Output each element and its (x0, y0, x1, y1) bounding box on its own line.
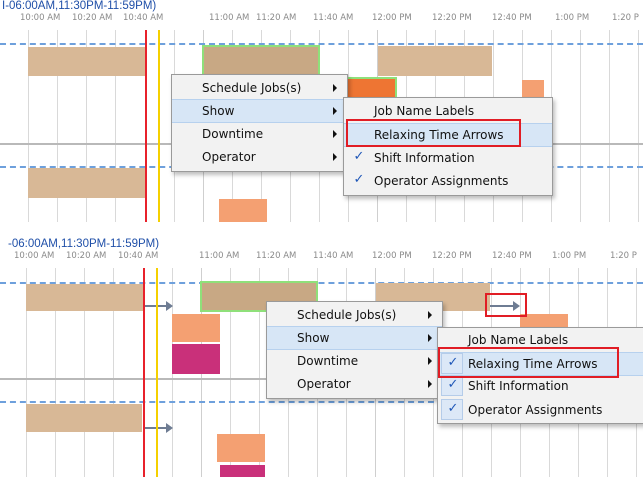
tick-label: 12:20 PM (432, 13, 472, 23)
annotation-highlight-box (485, 293, 527, 317)
marker-line (156, 268, 158, 477)
tick-label: 11:00 AM (199, 251, 240, 261)
menu-item-label: Operator Assignments (374, 174, 509, 188)
tick-label: 11:40 AM (313, 13, 354, 23)
chevron-right-icon (333, 130, 337, 138)
relaxing-time-arrow-icon (144, 423, 173, 433)
job-bar[interactable] (378, 46, 492, 76)
gantt-panel-after: -06:00AM,11:30PM-11:59PM) 10:00 AM 10:20… (0, 238, 643, 477)
tick-label: 11:00 AM (209, 13, 250, 23)
menu-item-label: Operator Assignments (468, 403, 603, 417)
menu-item-label: Operator (297, 377, 351, 391)
tick-label: 11:20 AM (256, 251, 297, 261)
job-bar[interactable] (220, 465, 265, 477)
submenu-item-shift-information[interactable]: ✓ Shift Information (438, 375, 643, 397)
job-bar[interactable] (28, 47, 145, 76)
menu-item-label: Schedule Jobs(s) (297, 308, 397, 322)
menu-item-label: Operator (202, 150, 256, 164)
menu-item-show[interactable]: Show (172, 99, 347, 123)
submenu-item-job-name-labels[interactable]: Job Name Labels (438, 329, 643, 351)
menu-item-label: Downtime (297, 354, 359, 368)
grid-line (638, 30, 639, 222)
shift-band-title: -06:00AM,11:30PM-11:59PM) (8, 238, 160, 250)
submenu-item-relaxing-time-arrows[interactable]: Relaxing Time Arrows (344, 123, 552, 147)
chevron-right-icon (333, 153, 337, 161)
job-bar[interactable] (217, 434, 265, 462)
submenu-item-operator-assignments[interactable]: ✓ Operator Assignments (438, 399, 643, 421)
menu-item-downtime[interactable]: Downtime (267, 350, 442, 372)
tick-label: 12:20 PM (432, 251, 472, 261)
menu-item-label: Relaxing Time Arrows (374, 128, 504, 142)
tick-label: 1:20 P (610, 251, 637, 261)
chevron-right-icon (428, 311, 432, 319)
tick-label: 1:20 P (612, 13, 639, 23)
chevron-right-icon (333, 84, 337, 92)
menu-item-operator[interactable]: Operator (267, 373, 442, 395)
menu-item-label: Show (202, 104, 235, 118)
tick-label: 10:40 AM (123, 13, 164, 23)
job-bar[interactable] (26, 284, 143, 311)
menu-item-label: Relaxing Time Arrows (468, 357, 598, 371)
tick-label: 1:00 PM (552, 251, 587, 261)
chevron-right-icon (428, 380, 432, 388)
menu-item-schedule-jobs[interactable]: Schedule Jobs(s) (267, 304, 442, 326)
check-icon: ✓ (447, 377, 459, 392)
tick-label: 10:00 AM (20, 13, 61, 23)
tick-label: 10:20 AM (72, 13, 113, 23)
gantt-panel-before: I-06:00AM,11:30PM-11:59PM) 10:00 AM 10:2… (0, 0, 643, 222)
job-bar[interactable] (172, 314, 220, 342)
tick-label: 1:00 PM (555, 13, 590, 23)
tick-label: 10:40 AM (118, 251, 159, 261)
job-bar[interactable] (219, 199, 267, 222)
check-icon: ✓ (447, 355, 459, 370)
time-axis: 10:00 AM 10:20 AM 10:40 AM 11:00 AM 11:2… (0, 251, 643, 263)
check-icon: ✓ (353, 172, 365, 187)
chevron-right-icon (428, 357, 432, 365)
submenu-item-job-name-labels[interactable]: Job Name Labels (344, 100, 552, 122)
tick-label: 10:20 AM (66, 251, 107, 261)
menu-item-operator[interactable]: Operator (172, 146, 347, 168)
tick-label: 12:00 PM (372, 251, 412, 261)
submenu-item-operator-assignments[interactable]: ✓ Operator Assignments (344, 170, 552, 192)
tick-label: 11:40 AM (313, 251, 354, 261)
menu-item-label: Schedule Jobs(s) (202, 81, 302, 95)
tick-label: 11:20 AM (256, 13, 297, 23)
submenu-item-relaxing-time-arrows[interactable]: ✓ Relaxing Time Arrows (438, 352, 643, 376)
job-bar[interactable] (28, 168, 145, 198)
shift-boundary (0, 43, 643, 45)
context-menu: Schedule Jobs(s) Show Downtime Operator (266, 301, 443, 399)
grid-line (609, 30, 610, 222)
check-icon: ✓ (447, 401, 459, 416)
context-menu: Schedule Jobs(s) Show Downtime Operator (171, 74, 348, 172)
show-submenu: Job Name Labels Relaxing Time Arrows ✓ S… (343, 97, 553, 196)
menu-item-label: Shift Information (468, 379, 569, 393)
check-icon: ✓ (353, 149, 365, 164)
menu-item-downtime[interactable]: Downtime (172, 123, 347, 145)
job-bar-selected[interactable] (202, 45, 320, 77)
menu-item-label: Job Name Labels (374, 104, 475, 118)
current-time-line (143, 268, 145, 477)
tick-label: 12:00 PM (372, 13, 412, 23)
time-axis: 10:00 AM 10:20 AM 10:40 AM 11:00 AM 11:2… (0, 13, 643, 25)
show-submenu: Job Name Labels ✓ Relaxing Time Arrows ✓… (437, 327, 643, 424)
tick-label: 10:00 AM (14, 251, 55, 261)
shift-band-title: I-06:00AM,11:30PM-11:59PM) (2, 0, 157, 12)
grid-line (580, 30, 581, 222)
current-time-line (145, 30, 147, 222)
menu-item-schedule-jobs[interactable]: Schedule Jobs(s) (172, 77, 347, 99)
chevron-right-icon (333, 107, 337, 115)
chevron-right-icon (428, 334, 432, 342)
menu-item-label: Shift Information (374, 151, 475, 165)
job-bar[interactable] (172, 344, 220, 374)
marker-line (158, 30, 160, 222)
menu-item-label: Downtime (202, 127, 264, 141)
job-bar[interactable] (26, 404, 142, 432)
submenu-item-shift-information[interactable]: ✓ Shift Information (344, 147, 552, 169)
relaxing-time-arrow-icon (144, 301, 173, 311)
menu-item-label: Show (297, 331, 330, 345)
menu-item-show[interactable]: Show (267, 326, 442, 350)
tick-label: 12:40 PM (492, 13, 532, 23)
menu-item-label: Job Name Labels (468, 333, 569, 347)
tick-label: 12:40 PM (492, 251, 532, 261)
